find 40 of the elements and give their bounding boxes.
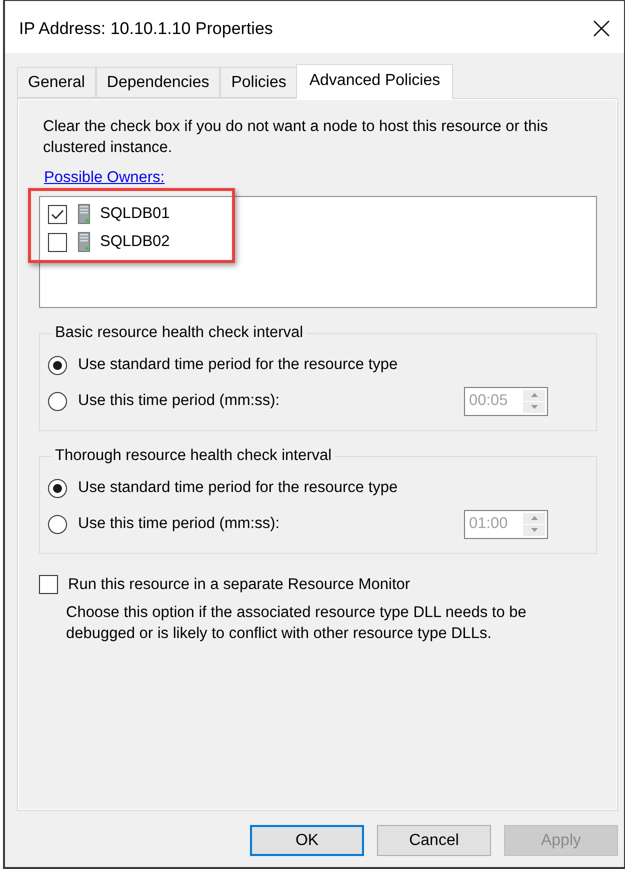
group-title: Basic resource health check interval xyxy=(54,324,304,342)
close-icon xyxy=(592,20,610,37)
tab[interactable]: Advanced Policies xyxy=(296,64,454,99)
option-label: Use this time period (mm:ss): xyxy=(78,392,281,410)
tab[interactable]: Policies xyxy=(220,67,298,98)
dialog-button[interactable]: Cancel xyxy=(377,825,491,856)
dialog-button[interactable]: OK xyxy=(250,825,364,856)
option-label: Use this time period (mm:ss): xyxy=(78,515,281,533)
spin-down-button[interactable] xyxy=(523,402,545,412)
down-arrow-icon xyxy=(530,528,538,532)
radio-button[interactable] xyxy=(48,514,67,534)
time-value: 00:05 xyxy=(468,391,509,411)
down-arrow-icon xyxy=(530,405,538,409)
tab[interactable]: General xyxy=(17,67,96,98)
up-arrow-icon xyxy=(530,516,538,520)
group-title: Thorough resource health check interval xyxy=(54,447,333,465)
checkbox-label: Run this resource in a separate Resource Monitor xyxy=(68,576,410,594)
node-name: SQLDB02 xyxy=(100,233,170,251)
node-name: SQLDB01 xyxy=(100,205,170,223)
up-arrow-icon xyxy=(530,393,538,397)
instruction-text: Clear the check box if you do not want a node to host this resource or this clustered instance. xyxy=(43,117,549,158)
tab[interactable]: Dependencies xyxy=(96,67,220,98)
window-title: IP Address: 10.10.1.10 Properties xyxy=(19,18,273,38)
server-icon xyxy=(78,232,90,252)
radio-button[interactable] xyxy=(48,478,67,498)
check-icon xyxy=(51,208,64,220)
server-icon xyxy=(78,204,90,224)
option-label: Use standard time period for the resource type xyxy=(78,479,399,497)
time-value: 01:00 xyxy=(468,514,509,534)
option-label: Use standard time period for the resource type xyxy=(78,356,399,374)
radio-button[interactable] xyxy=(48,392,67,410)
spin-up-button[interactable] xyxy=(523,390,545,400)
checkbox[interactable] xyxy=(39,575,58,594)
option-description: Choose this option if the associated resource type DLL needs to be debugged or is likely to conflict with other resource type DLLs. xyxy=(66,603,528,644)
checkbox[interactable] xyxy=(48,232,67,252)
checkbox[interactable] xyxy=(48,204,67,224)
spin-down-button[interactable] xyxy=(523,524,545,536)
radio-button[interactable] xyxy=(48,356,67,374)
possible-owners-link[interactable]: Possible Owners: xyxy=(44,168,165,187)
spin-up-button[interactable] xyxy=(523,512,545,524)
